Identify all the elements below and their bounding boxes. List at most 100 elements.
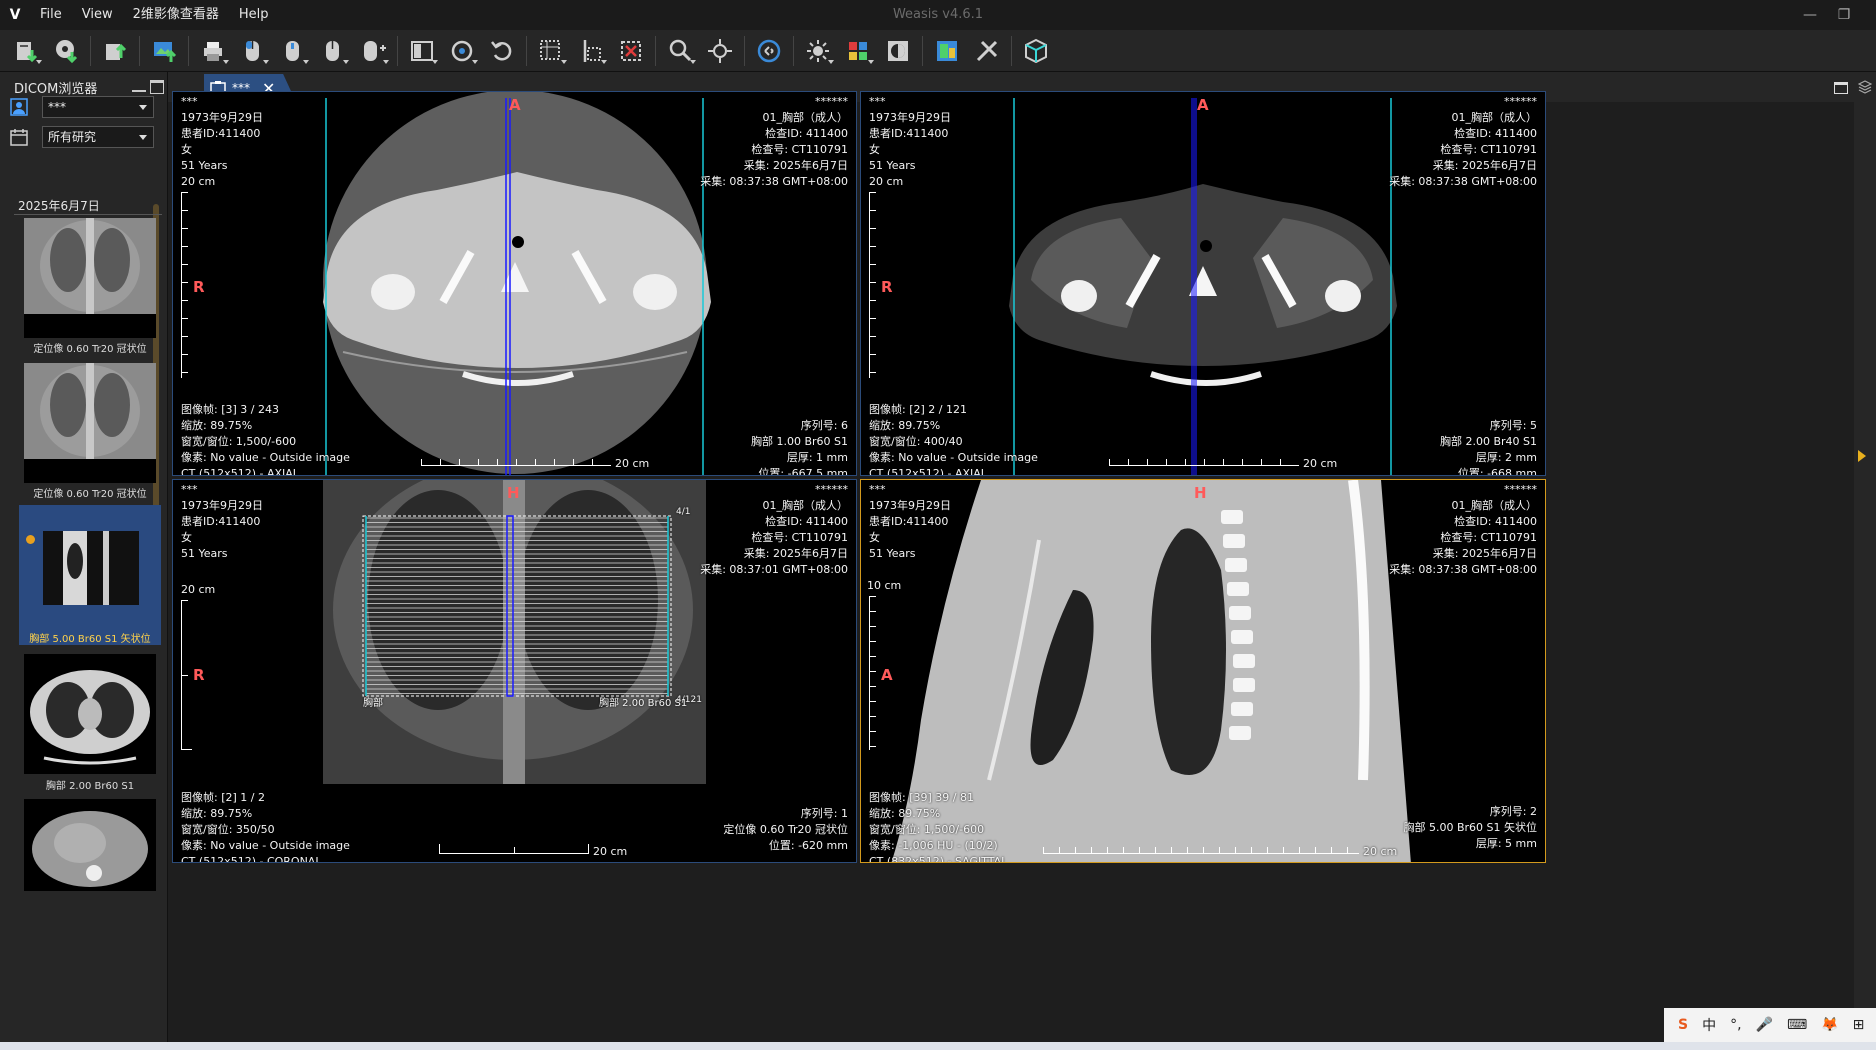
- zoom-info: 缩放: 89.75%: [869, 807, 941, 820]
- acquisition-time: 采集: 08:37:01 GMT+08:00: [700, 563, 848, 576]
- image-description: CT (512x512) - AXIAL: [181, 467, 299, 476]
- overlay-top-left: *** 1973年9月29日 患者ID:411400 女 51 Years: [869, 94, 951, 174]
- viewport-coronal-scout[interactable]: 4/1 4/121 胸部 胸部 2.00 Br60 S1 H R *** 197…: [172, 479, 857, 863]
- pixel-info: 像素: No value - Outside image: [869, 451, 1038, 464]
- app-logo-icon: V: [9, 7, 21, 23]
- invert-icon[interactable]: [878, 33, 918, 69]
- layout-icon[interactable]: [402, 33, 442, 69]
- series-item[interactable]: 定位像 0.60 Tr20 冠状位: [19, 360, 161, 500]
- maximize-viewer-icon[interactable]: [1834, 82, 1848, 94]
- menu-help[interactable]: Help: [229, 0, 279, 30]
- punctuation-icon[interactable]: °,: [1730, 1017, 1741, 1033]
- overlay-top-right: ****** 01_胸部（成人） 检查ID: 411400 检查号: CT110…: [700, 94, 848, 190]
- crop-icon[interactable]: [611, 33, 651, 69]
- minimize-panel-icon[interactable]: [132, 80, 146, 92]
- cine-icon[interactable]: [749, 33, 789, 69]
- zoom-info: 缩放: 89.75%: [869, 419, 941, 432]
- presets-icon[interactable]: [927, 33, 967, 69]
- patient-sex: 女: [869, 531, 880, 544]
- reference-left-label: 胸部: [363, 698, 383, 709]
- patient-select[interactable]: ***: [42, 96, 154, 118]
- image-description: CT (832x512) - SAGITTAL: [869, 855, 1008, 863]
- menu-grid-icon[interactable]: ⊞: [1853, 1017, 1865, 1033]
- scale-label: 10 cm: [867, 579, 902, 592]
- series-item[interactable]: 胸部 2.00 Br60 S1: [19, 650, 161, 792]
- series-thumbnail: [43, 531, 139, 605]
- horizontal-scale-bar: [1109, 456, 1299, 466]
- accession: 检查ID: 411400: [1454, 127, 1537, 140]
- menu-file[interactable]: File: [30, 0, 72, 30]
- acquisition-date: 采集: 2025年6月7日: [743, 547, 848, 560]
- study-select[interactable]: 所有研究: [42, 126, 154, 148]
- overlay-bottom-left: 图像帧: [39] 39 / 81 缩放: 89.75% 窗宽/窗位: 1,50…: [869, 790, 1008, 863]
- stars: ******: [1504, 483, 1537, 496]
- print-icon[interactable]: [193, 33, 233, 69]
- frame-info: 图像帧: [3] 3 / 243: [181, 403, 279, 416]
- lut-icon[interactable]: [838, 33, 878, 69]
- vertical-scale-bar: [869, 192, 881, 378]
- maximize-panel-icon[interactable]: [150, 80, 164, 94]
- overlay-bottom-left: 图像帧: [3] 3 / 243 缩放: 89.75% 窗宽/窗位: 1,500…: [181, 402, 350, 476]
- overlay-top-left: *** 1973年9月29日 患者ID:411400 女 51 Years: [181, 482, 263, 562]
- mouse-wheel-icon[interactable]: [353, 33, 393, 69]
- zoom-icon[interactable]: [660, 33, 700, 69]
- 3d-view-icon[interactable]: [1016, 33, 1056, 69]
- acquisition-date: 采集: 2025年6月7日: [1432, 547, 1537, 560]
- ime-logo-icon[interactable]: S: [1678, 1017, 1688, 1033]
- series-thumbnail: [24, 363, 156, 483]
- skin-icon[interactable]: 🦊: [1821, 1017, 1838, 1033]
- slice-position: 位置: -620 mm: [768, 839, 848, 852]
- reset-icon[interactable]: [482, 33, 522, 69]
- overlay-top-right: ****** 01_胸部（成人） 检查ID: 411400 检查号: CT110…: [700, 482, 848, 578]
- overlay-bottom-right: 序列号: 1 定位像 0.60 Tr20 冠状位 位置: -620 mm: [723, 806, 848, 854]
- slice-thickness: 层厚: 5 mm: [1475, 837, 1537, 850]
- zoom-info: 缩放: 89.75%: [181, 807, 253, 820]
- study-description: 01_胸部（成人）: [1451, 111, 1538, 124]
- pan-icon[interactable]: [700, 33, 740, 69]
- orientation-left: R: [193, 666, 205, 684]
- series-item[interactable]: [19, 795, 161, 895]
- frame-info: 图像帧: [2] 1 / 2: [181, 791, 265, 804]
- ime-mode[interactable]: 中: [1702, 1015, 1716, 1035]
- orientation-left: R: [193, 278, 205, 296]
- layers-icon[interactable]: [1857, 80, 1873, 97]
- series-number: 序列号: 1: [800, 807, 848, 820]
- export-image-icon[interactable]: [144, 33, 184, 69]
- study-description: 01_胸部（成人）: [762, 499, 849, 512]
- microphone-icon[interactable]: 🎤: [1756, 1017, 1773, 1033]
- selection-icon[interactable]: [571, 33, 611, 69]
- series-label: 胸部 5.00 Br60 S1 矢状位: [29, 634, 151, 645]
- viewport-axial-mediastinal[interactable]: A R *** 1973年9月29日 患者ID:411400 女 51 Year…: [860, 91, 1546, 476]
- patient-name: ***: [869, 483, 886, 496]
- scale-label: 20 cm: [869, 175, 904, 188]
- restore-icon[interactable]: ❐: [1824, 0, 1864, 30]
- orientation-left: A: [881, 666, 893, 684]
- series-item-selected[interactable]: 胸部 5.00 Br60 S1 矢状位: [19, 505, 161, 645]
- measure-icon[interactable]: [967, 33, 1007, 69]
- viewport-sagittal[interactable]: H A *** 1973年9月29日 患者ID:411400 女 51 Year…: [860, 479, 1546, 863]
- overlay-bottom-right: 序列号: 6 胸部 1.00 Br60 S1 层厚: 1 mm 位置: -667…: [751, 418, 848, 475]
- brightness-icon[interactable]: [798, 33, 838, 69]
- scale-label-h: 20 cm: [593, 845, 628, 858]
- scale-label-h: 20 cm: [615, 457, 650, 470]
- export-icon[interactable]: [95, 33, 135, 69]
- orientation-top: A: [1197, 96, 1209, 114]
- menu-2d-viewer[interactable]: 2维影像查看器: [123, 0, 229, 30]
- menu-view[interactable]: View: [72, 0, 123, 30]
- select-grid-icon[interactable]: [531, 33, 571, 69]
- keyboard-icon[interactable]: ⌨: [1787, 1017, 1807, 1033]
- study-description: 01_胸部（成人）: [1451, 499, 1538, 512]
- series-item[interactable]: 定位像 0.60 Tr20 冠状位: [19, 215, 161, 355]
- mouse-middle-icon[interactable]: [273, 33, 313, 69]
- patient-id: 患者ID:411400: [869, 515, 949, 528]
- viewport-axial-lung[interactable]: A R *** 1973年9月29日 患者ID:411400 女 51 Year…: [172, 91, 857, 476]
- toolbar: [0, 30, 1876, 72]
- mouse-left-icon[interactable]: [233, 33, 273, 69]
- sync-icon[interactable]: [442, 33, 482, 69]
- pixel-info: 像素: No value - Outside image: [181, 451, 350, 464]
- image-description: CT (512x512) - CORONAL: [181, 855, 322, 863]
- import-cd-icon[interactable]: [46, 33, 86, 69]
- mouse-right-icon[interactable]: [313, 33, 353, 69]
- import-dicom-icon[interactable]: [6, 33, 46, 69]
- expand-panel-icon[interactable]: [1858, 450, 1866, 462]
